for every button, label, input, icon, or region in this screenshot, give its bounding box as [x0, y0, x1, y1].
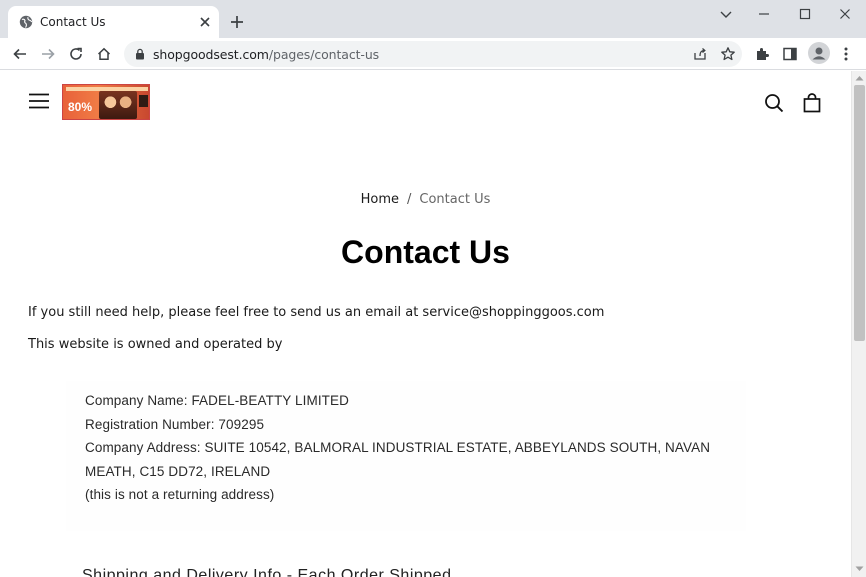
breadcrumb-current: Contact Us: [419, 192, 491, 207]
new-tab-icon[interactable]: [229, 14, 245, 30]
company-address-line-2: MEATH, C15 DD72, IRELAND: [85, 464, 271, 479]
web-page: 80% Home / Contact Us Contact Us If you st…: [0, 71, 851, 577]
globe-icon: [19, 15, 33, 29]
owner-paragraph: This website is owned and operated by: [28, 337, 283, 352]
url-text[interactable]: shopgoodsest.com/pages/contact-us: [153, 47, 379, 62]
registration-number-line: Registration Number: 709295: [85, 417, 265, 432]
scrollbar-thumb[interactable]: [854, 85, 865, 341]
kebab-menu-icon[interactable]: [838, 46, 854, 62]
url-path: /pages/contact-us: [268, 47, 380, 62]
person-icon: [812, 47, 826, 60]
minimize-icon[interactable]: [755, 6, 773, 22]
site-logo[interactable]: 80%: [62, 84, 150, 120]
company-address-line: Company Address: SUITE 10542, BALMORAL I…: [85, 440, 711, 455]
extensions-puzzle-icon[interactable]: [754, 46, 770, 62]
maximize-icon[interactable]: [796, 6, 814, 22]
search-icon[interactable]: [764, 93, 784, 113]
lock-icon[interactable]: [135, 48, 145, 60]
browser-toolbar: shopgoodsest.com/pages/contact-us: [0, 38, 866, 70]
breadcrumb-separator: /: [407, 192, 412, 207]
side-panel-icon[interactable]: [782, 46, 798, 62]
page-scrollbar[interactable]: [851, 71, 866, 577]
hamburger-menu-icon[interactable]: [28, 93, 50, 109]
home-icon[interactable]: [96, 46, 112, 62]
logo-badge: [139, 95, 148, 107]
share-icon[interactable]: [692, 46, 708, 62]
logo-photo: [99, 91, 137, 119]
breadcrumb: Home / Contact Us: [0, 192, 851, 207]
tab-title: Contact Us: [40, 15, 106, 29]
address-bar[interactable]: shopgoodsest.com/pages/contact-us: [124, 41, 742, 67]
active-tab[interactable]: Contact Us: [8, 6, 219, 38]
cut-off-text: Shipping and Delivery Info - Each Order …: [82, 567, 452, 577]
url-domain: shopgoodsest.com: [153, 47, 269, 62]
tab-strip: Contact Us: [0, 0, 866, 38]
close-tab-icon[interactable]: [198, 15, 212, 29]
logo-discount-text: 80%: [68, 100, 93, 114]
breadcrumb-home-link[interactable]: Home: [361, 192, 399, 207]
tab-search-chevron-icon[interactable]: [717, 6, 735, 22]
help-paragraph: If you still need help, please feel free…: [28, 305, 605, 320]
forward-arrow-icon[interactable]: [40, 46, 56, 62]
back-arrow-icon[interactable]: [12, 46, 28, 62]
close-window-icon[interactable]: [836, 6, 854, 22]
scroll-down-arrow-icon[interactable]: [855, 566, 864, 572]
bookmark-star-icon[interactable]: [720, 46, 736, 62]
reload-icon[interactable]: [68, 46, 84, 62]
shopping-bag-icon[interactable]: [803, 93, 821, 113]
scroll-up-arrow-icon[interactable]: [855, 75, 864, 81]
page-title: Contact Us: [341, 234, 510, 270]
profile-avatar[interactable]: [808, 42, 830, 64]
return-address-note: (this is not a returning address): [85, 487, 275, 502]
company-name-line: Company Name: FADEL-BEATTY LIMITED: [85, 393, 349, 408]
company-info-image: Company Name: FADEL-BEATTY LIMITED Regis…: [66, 381, 746, 531]
